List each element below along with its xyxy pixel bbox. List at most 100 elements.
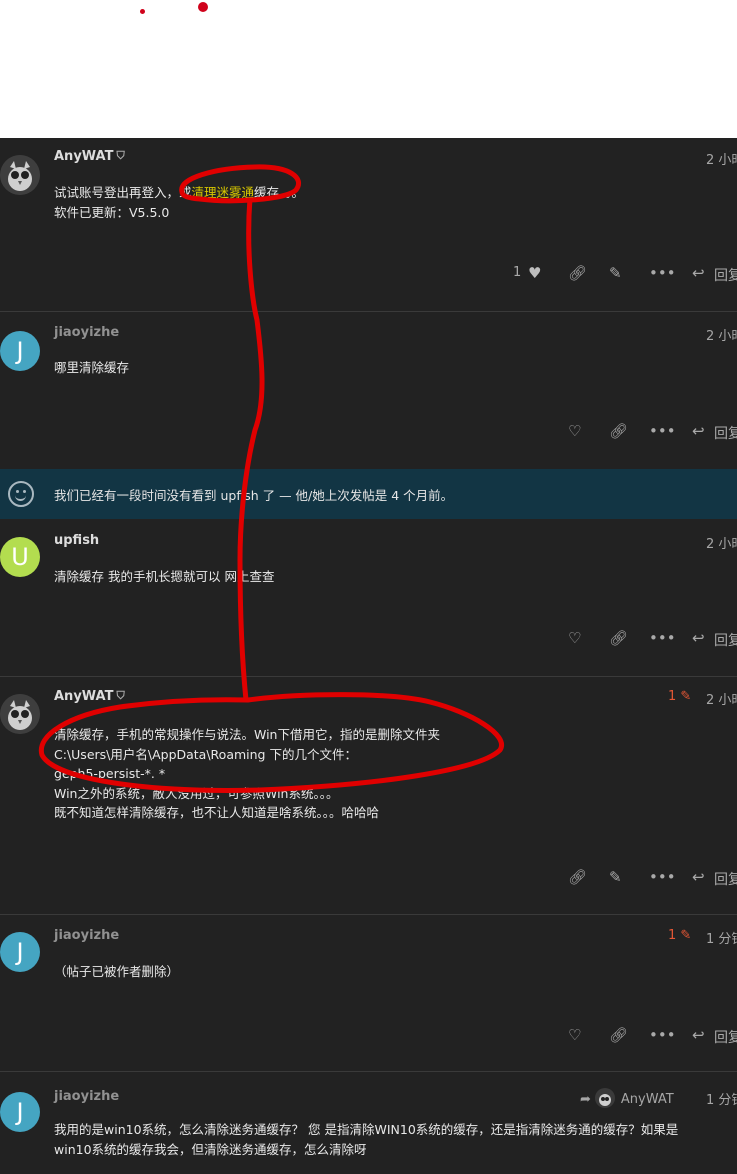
post-body: 哪里清除缓存	[54, 358, 719, 378]
avatar[interactable]: U	[0, 537, 40, 577]
edit-count[interactable]: 1	[668, 689, 676, 704]
avatar[interactable]: J	[0, 1092, 40, 1132]
post-line: 软件已更新：V5.5.0	[54, 204, 170, 220]
post-3: U upfish 2 小时 清除缓存 我的手机长摁就可以 网上查查 ♡ 🔗︎ •…	[0, 519, 737, 676]
more-icon[interactable]: •••	[649, 422, 676, 440]
topic-stream: AnyWAT⛉ 2 小时 试试账号登出再登入，或清理迷雾通缓存。。。 软件已更新…	[0, 138, 737, 1174]
post-actions: ♡ 🔗︎ ••• ↩ 回复	[0, 629, 737, 649]
post-line: win10系统的缓存我会，但清除迷务通缓存，怎么清除呀	[54, 1141, 367, 1157]
post-line: geph5-persist-*. *	[54, 766, 166, 781]
pencil-icon[interactable]: ✎	[680, 928, 691, 943]
post-line: 我用的是win10系统，怎么清除迷务通缓存？ 您 是指清除WIN10系统的缓存，…	[54, 1122, 679, 1137]
edit-count[interactable]: 1	[668, 928, 676, 943]
red-dot-large	[198, 2, 208, 12]
reply-to-indicator[interactable]: ➦ AnyWAT	[580, 1088, 674, 1108]
username[interactable]: AnyWAT ⛉	[54, 149, 125, 164]
username-text[interactable]: AnyWAT	[54, 689, 113, 704]
post-5: J jiaoyizhe 1 ✎ 1 分钟 （帖子已被作者删除） ♡ 🔗︎ •••…	[0, 914, 737, 1072]
post-actions: ♡ 🔗︎ ••• ↩ 回复	[0, 422, 737, 442]
inactive-user-notice: 我们已经有一段时间没有看到 upfish 了 — 他/她上次发帖是 4 个月前。	[0, 469, 737, 519]
avatar[interactable]	[0, 694, 40, 734]
reply-arrow-icon: ➦	[580, 1092, 591, 1107]
username[interactable]: upfish	[54, 533, 99, 548]
post-2: J jiaoyizhe 2 小时 哪里清除缓存 ♡ 🔗︎ ••• ↩ 回复	[0, 311, 737, 470]
username[interactable]: jiaoyizhe	[54, 325, 119, 340]
reply-button[interactable]: 回复	[714, 869, 737, 889]
reply-button[interactable]: 回复	[714, 630, 737, 650]
reply-icon[interactable]: ↩	[692, 629, 705, 647]
post-time[interactable]: 2 小时	[706, 533, 737, 552]
pencil-icon[interactable]: ✎	[609, 868, 622, 886]
post-1: AnyWAT⛉ 2 小时 试试账号登出再登入，或清理迷雾通缓存。。。 软件已更新…	[0, 138, 737, 311]
username[interactable]: AnyWAT ⛉	[54, 689, 125, 704]
post-body: 清除缓存 我的手机长摁就可以 网上查查	[54, 567, 719, 587]
link-icon[interactable]: 🔗︎	[609, 422, 628, 440]
link-icon[interactable]: 🔗︎	[568, 868, 587, 886]
heart-icon[interactable]: ♡	[568, 629, 581, 647]
notice-text: 我们已经有一段时间没有看到 upfish 了 — 他/她上次发帖是 4 个月前。	[54, 488, 454, 503]
post-line: 清除缓存 我的手机长摁就可以 网上查查	[54, 569, 275, 584]
username[interactable]: jiaoyizhe	[54, 928, 119, 943]
post-line-text: 试试账号登出再登入，或	[54, 185, 192, 200]
post-time[interactable]: 2 小时	[706, 149, 737, 168]
reply-button[interactable]: 回复	[714, 423, 737, 443]
edit-history[interactable]: 1 ✎	[668, 689, 691, 704]
reply-icon[interactable]: ↩	[692, 264, 705, 282]
reply-icon[interactable]: ↩	[692, 868, 705, 886]
reply-icon[interactable]: ↩	[692, 1026, 705, 1044]
reply-button[interactable]: 回复	[714, 1027, 737, 1047]
reply-to-user[interactable]: AnyWAT	[621, 1092, 674, 1107]
pencil-icon[interactable]: ✎	[680, 689, 691, 704]
post-line-text: 缓存。。。	[254, 185, 305, 200]
reply-to-avatar	[594, 1088, 615, 1108]
username-text[interactable]: AnyWAT	[54, 149, 113, 164]
post-4: AnyWAT⛉ 1 ✎ 2 小时 清除缓存，手机的常规操作与说法。Win下借用它…	[0, 676, 737, 915]
heart-icon[interactable]: ♡	[568, 1026, 581, 1044]
username[interactable]: jiaoyizhe	[54, 1089, 119, 1104]
shield-icon: ⛉	[116, 689, 125, 702]
heart-icon[interactable]: ♡	[568, 422, 581, 440]
like-count[interactable]: 1	[513, 265, 521, 280]
post-body: 我用的是win10系统，怎么清除迷务通缓存？ 您 是指清除WIN10系统的缓存，…	[54, 1120, 719, 1159]
pencil-icon[interactable]: ✎	[609, 264, 622, 282]
shield-icon: ⛉	[116, 149, 125, 162]
reply-icon[interactable]: ↩	[692, 422, 705, 440]
more-icon[interactable]: •••	[649, 868, 676, 886]
avatar[interactable]: J	[0, 331, 40, 371]
post-line: 清除缓存，手机的常规操作与说法。Win下借用它，指的是删除文件夹	[54, 727, 440, 742]
more-icon[interactable]: •••	[649, 264, 676, 282]
reply-button[interactable]: 回复	[714, 265, 737, 285]
post-line: 哪里清除缓存	[54, 360, 130, 375]
link-icon[interactable]: 🔗︎	[609, 629, 628, 647]
post-body: （帖子已被作者删除）	[54, 962, 719, 982]
more-icon[interactable]: •••	[649, 629, 676, 647]
link-icon[interactable]: 🔗︎	[609, 1026, 628, 1044]
post-time[interactable]: 2 小时	[706, 325, 737, 344]
post-line: C:\Users\用户名\AppData\Roaming 下的几个文件：	[54, 746, 357, 762]
owl-avatar-icon	[0, 694, 40, 734]
owl-avatar-icon	[0, 155, 40, 195]
link-icon[interactable]: 🔗︎	[568, 264, 587, 282]
post-body: 清除缓存，手机的常规操作与说法。Win下借用它，指的是删除文件夹 C:\User…	[54, 725, 719, 823]
post-body: 试试账号登出再登入，或清理迷雾通缓存。。。 软件已更新：V5.5.0	[54, 183, 719, 222]
heart-icon[interactable]: ♥	[528, 264, 541, 282]
post-actions: ♡ 🔗︎ ••• ↩ 回复	[0, 1026, 737, 1046]
highlighted-term: 清理迷雾通	[191, 185, 255, 200]
post-line: 既不知道怎样清除缓存，也不让人知道是啥系统。。。哈哈哈	[54, 805, 380, 820]
post-time[interactable]: 2 小时	[706, 689, 737, 708]
more-icon[interactable]: •••	[649, 1026, 676, 1044]
top-blank-area	[0, 0, 737, 138]
post-time[interactable]: 1 分钟	[706, 1089, 737, 1108]
avatar[interactable]: J	[0, 932, 40, 972]
post-actions: 🔗︎ ✎ ••• ↩ 回复	[0, 868, 737, 888]
post-line: Win之外的系统，敝人没用过，可参照Win系统。。。	[54, 785, 339, 801]
post-time[interactable]: 1 分钟	[706, 928, 737, 947]
avatar[interactable]	[0, 155, 40, 195]
post-line: 试试账号登出再登入，或清理迷雾通缓存。。。	[54, 183, 719, 203]
post-6: J jiaoyizhe ➦ AnyWAT 1 分钟 我用的是win10系统，怎么…	[0, 1071, 737, 1174]
edit-history[interactable]: 1 ✎	[668, 928, 691, 943]
post-line: （帖子已被作者删除）	[54, 964, 180, 979]
smile-icon	[8, 481, 34, 507]
post-actions: 1 ♥ 🔗︎ ✎ ••• ↩ 回复	[0, 264, 737, 284]
red-dot-small	[140, 9, 145, 14]
